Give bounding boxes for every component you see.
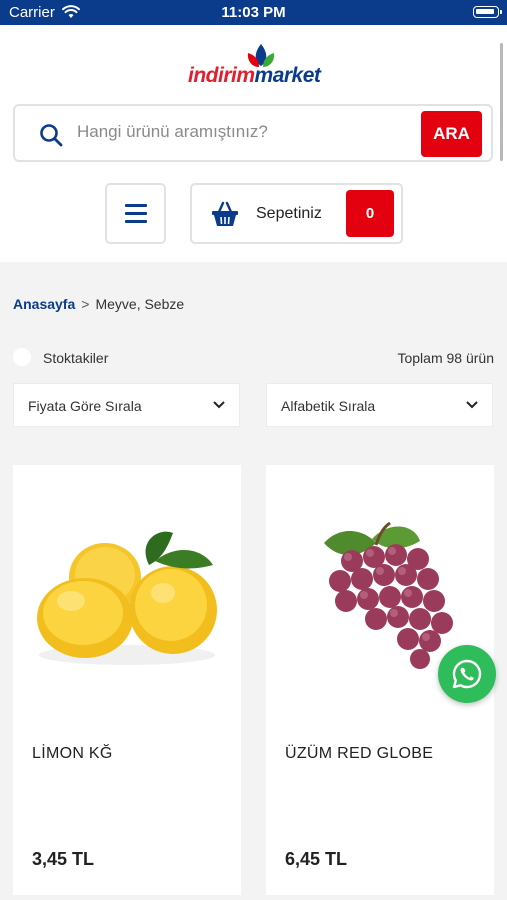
search-input[interactable] (77, 122, 407, 142)
search-icon (40, 124, 63, 147)
logo-text-part2: market (254, 64, 321, 87)
cart-label: Sepetiniz (256, 205, 322, 222)
breadcrumb: Anasayfa > Meyve, Sebze (13, 296, 184, 312)
scrollbar[interactable] (500, 43, 503, 161)
chevron-down-icon (213, 401, 225, 409)
basket-icon (212, 201, 238, 226)
product-price: 3,45 TL (32, 849, 95, 869)
breadcrumb-separator: > (81, 296, 90, 312)
sort-alphabetical-select[interactable]: Alfabetik Sırala (266, 383, 493, 427)
in-stock-label[interactable]: Stoktakiler (43, 350, 108, 366)
search-bar: ARA (13, 104, 493, 162)
chevron-down-icon (466, 401, 478, 409)
menu-button[interactable] (105, 183, 166, 244)
product-card[interactable]: LİMON KĞ 3,45 TL (13, 465, 241, 895)
in-stock-checkbox[interactable] (13, 348, 31, 366)
sort-by-price-label: Fiyata Göre Sırala (28, 398, 142, 414)
whatsapp-button[interactable] (438, 645, 496, 703)
status-bar: Carrier 11:03 PM (0, 0, 507, 25)
logo-text: indirimmarket (188, 64, 321, 88)
logo-text-part1: indirim (188, 64, 255, 87)
clock: 11:03 PM (221, 4, 286, 21)
cart-count-badge: 0 (346, 190, 394, 237)
product-name[interactable]: ÜZÜM RED GLOBE (285, 745, 433, 763)
total-count: Toplam 98 ürün (397, 350, 494, 366)
battery-icon (473, 6, 502, 18)
brand-logo[interactable]: indirimmarket (188, 42, 323, 90)
sort-by-price-select[interactable]: Fiyata Göre Sırala (13, 383, 240, 427)
breadcrumb-current: Meyve, Sebze (95, 296, 185, 312)
sort-alphabetical-label: Alfabetik Sırala (281, 398, 376, 414)
whatsapp-icon (452, 659, 482, 689)
product-price: 6,45 TL (285, 849, 348, 869)
product-name[interactable]: LİMON KĞ (32, 745, 113, 763)
cart-button[interactable]: Sepetiniz 0 (190, 183, 403, 244)
lemon-image[interactable] (27, 505, 227, 685)
breadcrumb-home-link[interactable]: Anasayfa (13, 296, 75, 312)
search-button[interactable]: ARA (421, 111, 482, 157)
